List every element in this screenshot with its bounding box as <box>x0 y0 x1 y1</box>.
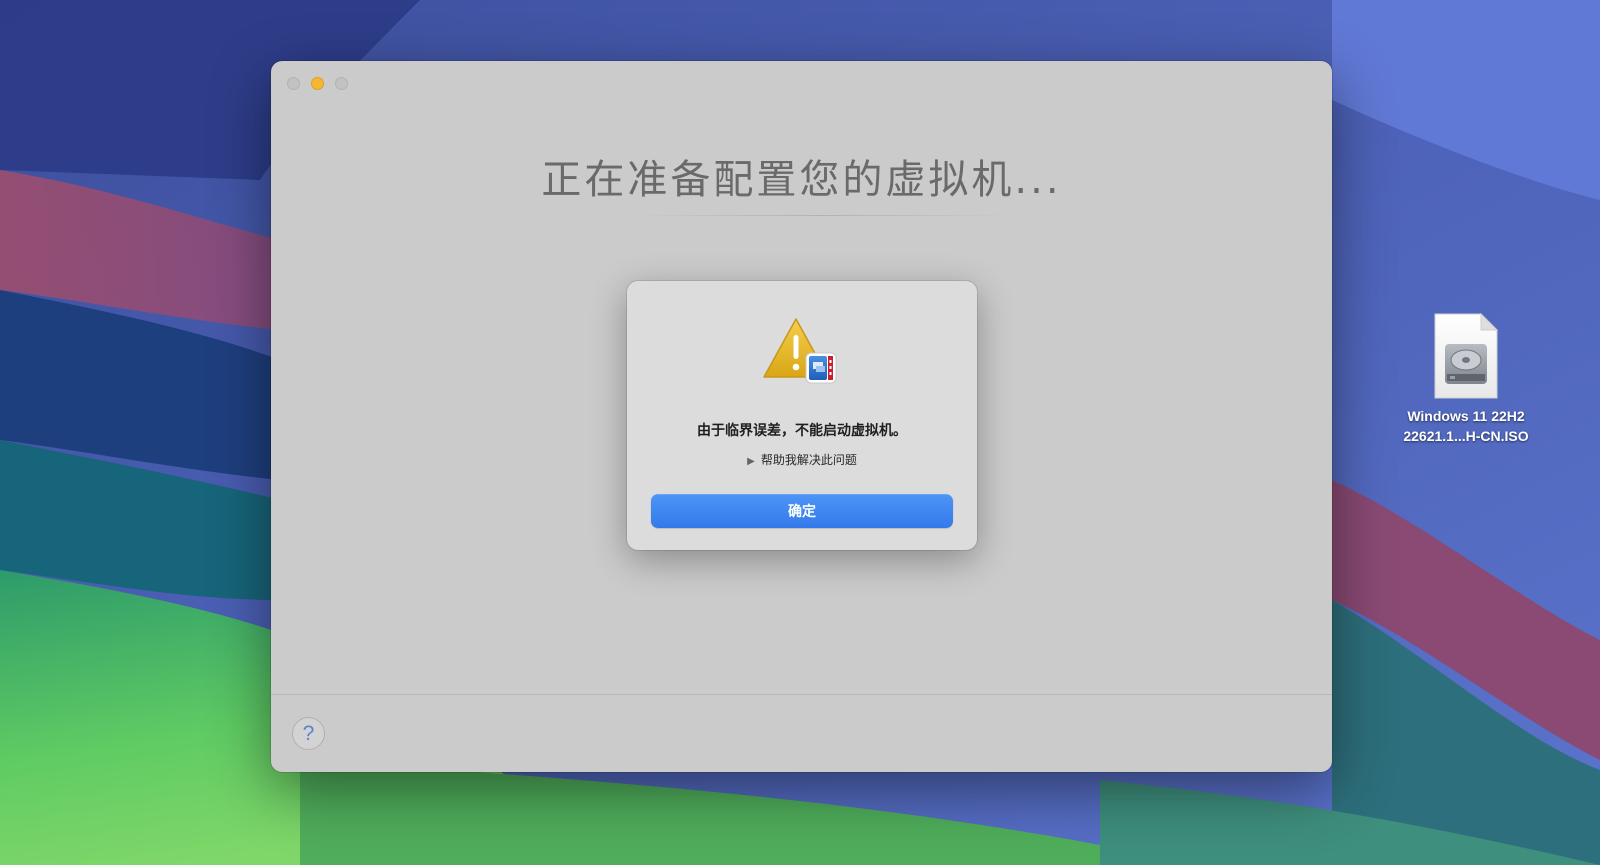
dialog-message: 由于临界误差，不能启动虚拟机。 <box>697 423 907 439</box>
title-divider <box>629 215 1014 216</box>
window-minimize-button[interactable] <box>311 77 324 90</box>
desktop-iso-file[interactable]: Windows 11 22H2 22621.1...H-CN.ISO <box>1392 312 1540 446</box>
error-alert-dialog: 由于临界误差，不能启动虚拟机。 ▶ 帮助我解决此问题 确定 <box>627 281 977 550</box>
window-zoom-button[interactable] <box>335 77 348 90</box>
file-name-line-1: Windows 11 22H2 <box>1407 408 1525 424</box>
help-icon: ? <box>302 721 315 745</box>
help-disclosure[interactable]: ▶ 帮助我解决此问题 <box>627 451 977 468</box>
ok-button[interactable]: 确定 <box>651 494 953 528</box>
file-name-line-2: 22621.1...H-CN.ISO <box>1403 428 1529 444</box>
footer-divider <box>271 694 1332 695</box>
warning-triangle-icon <box>763 318 837 384</box>
window-close-button[interactable] <box>287 77 300 90</box>
help-button[interactable]: ? <box>292 717 325 750</box>
window-title: 正在准备配置您的虚拟机... <box>541 157 1062 203</box>
disk-image-icon <box>1434 312 1499 399</box>
disclosure-triangle-icon[interactable]: ▶ <box>747 456 755 467</box>
help-disclosure-label: 帮助我解决此问题 <box>760 453 857 467</box>
